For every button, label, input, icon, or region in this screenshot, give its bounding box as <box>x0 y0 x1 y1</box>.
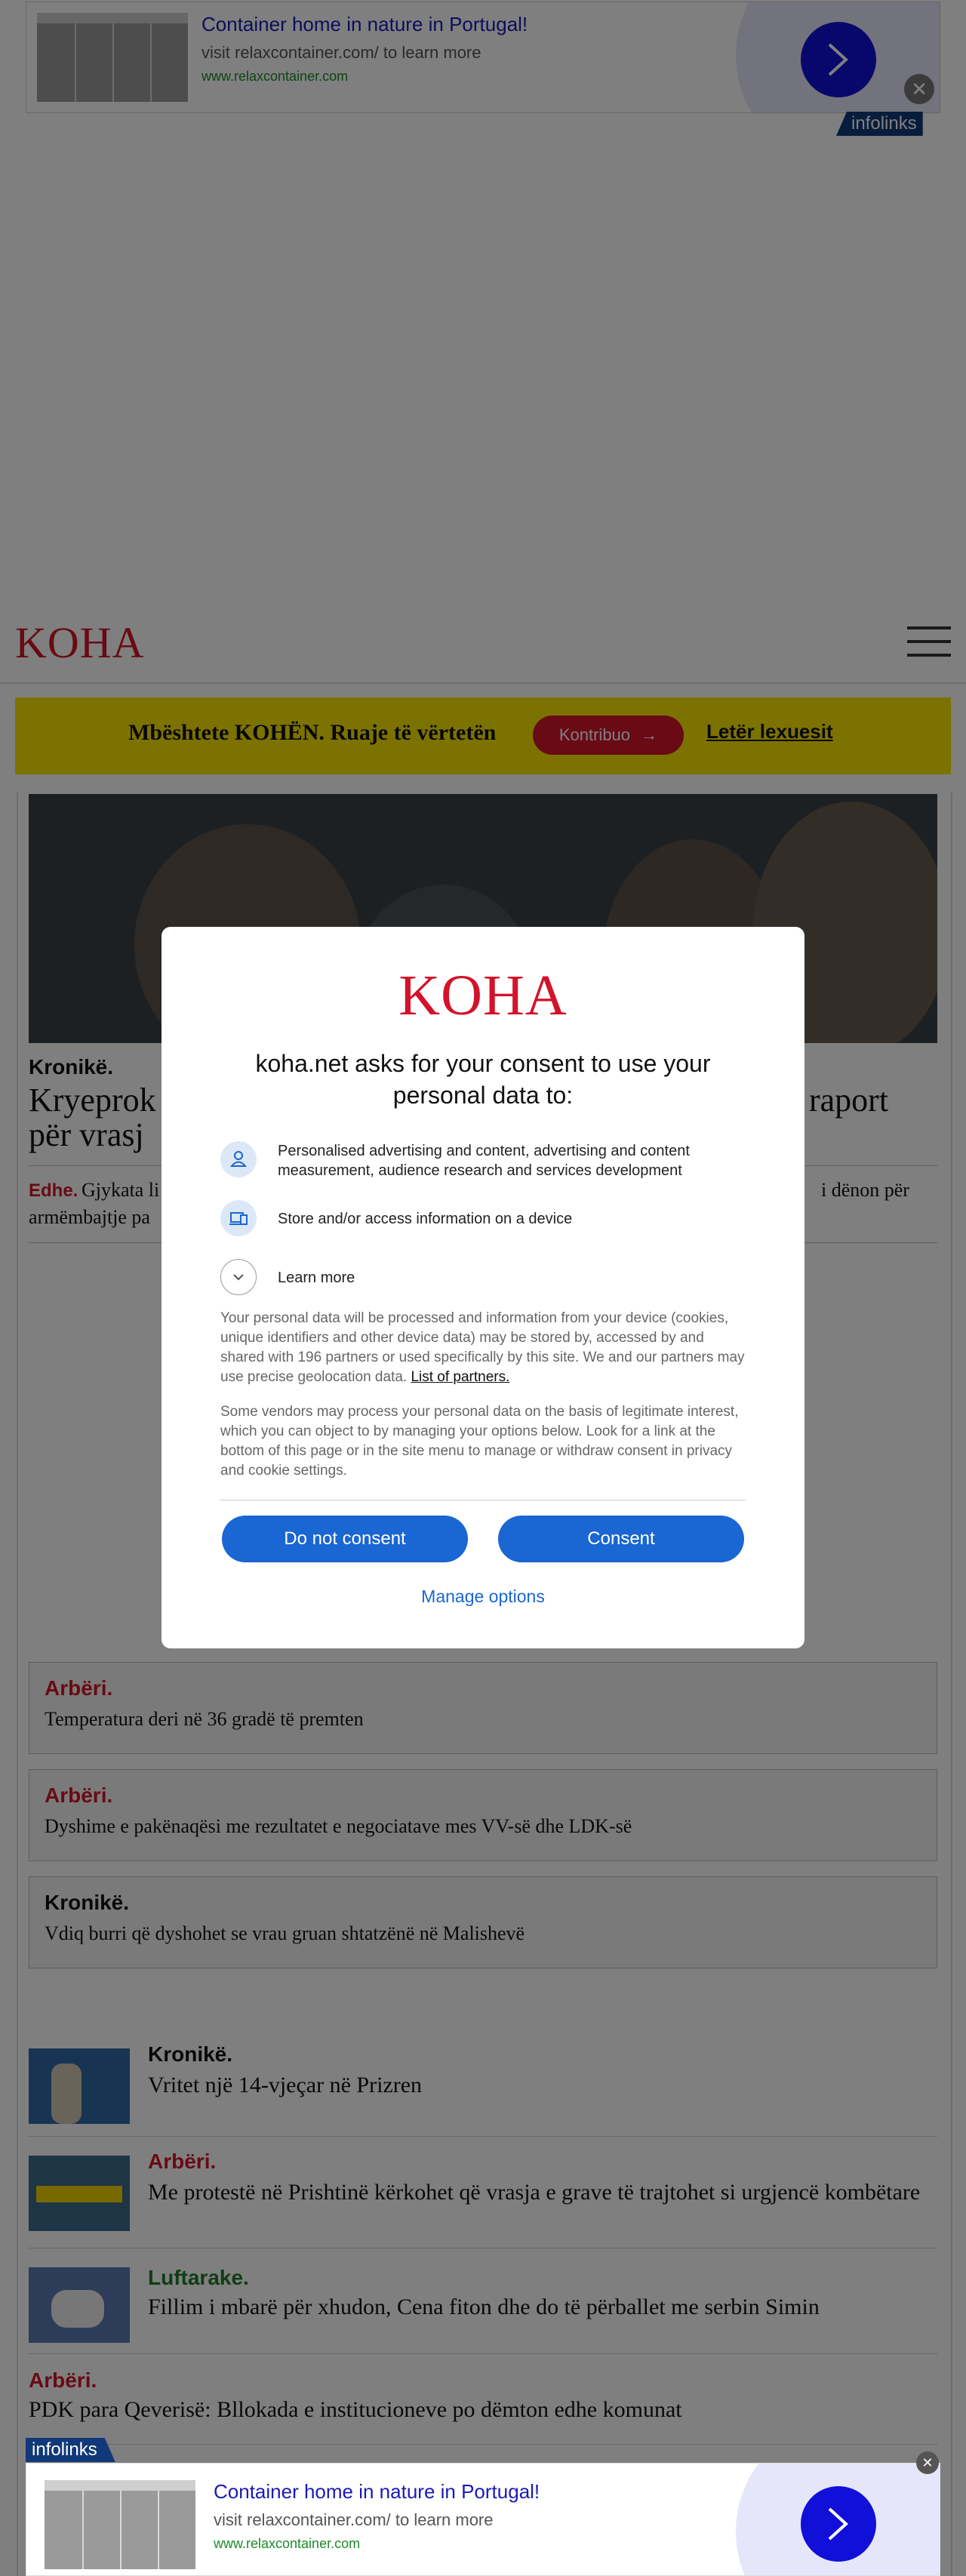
bottom-ad-close-button[interactable]: ✕ <box>916 2451 939 2474</box>
ad-description: visit relaxcontainer.com/ to learn more <box>214 2510 494 2529</box>
partners-link[interactable]: List of partners. <box>411 1369 509 1385</box>
purpose-text: Personalised advertising and content, ad… <box>278 1143 690 1179</box>
chevron-down-icon[interactable] <box>220 1259 257 1295</box>
person-icon <box>220 1141 257 1177</box>
consent-paragraph-legit: Some vendors may process your personal d… <box>220 1404 739 1479</box>
ad-arrow-button[interactable] <box>801 2486 876 2562</box>
device-icon <box>220 1200 257 1236</box>
purpose-text: Store and/or access information on a dev… <box>278 1211 573 1227</box>
manage-options-link[interactable]: Manage options <box>162 1587 804 1607</box>
chevron-right-icon <box>828 2507 848 2541</box>
bottom-ad-infolinks-badge: infolinks <box>26 2438 115 2462</box>
learn-more-label[interactable]: Learn more <box>278 1268 355 1288</box>
ad-title[interactable]: Container home in nature in Portugal! <box>214 2480 540 2504</box>
consent-logo: KOHA <box>398 964 568 1027</box>
ad-thumbnail <box>45 2480 195 2569</box>
consent-title: koha.net asks for your consent to use yo… <box>255 1050 711 1109</box>
ad-url[interactable]: www.relaxcontainer.com <box>214 2536 360 2552</box>
consent-paragraph: Your personal data will be processed and… <box>220 1309 749 1387</box>
do-not-consent-button[interactable]: Do not consent <box>222 1516 468 1562</box>
bottom-ad-banner[interactable]: Container home in nature in Portugal! vi… <box>26 2463 940 2576</box>
consent-button[interactable]: Consent <box>498 1516 744 1562</box>
consent-dialog: KOHA koha.net asks for your consent to u… <box>162 927 804 1648</box>
